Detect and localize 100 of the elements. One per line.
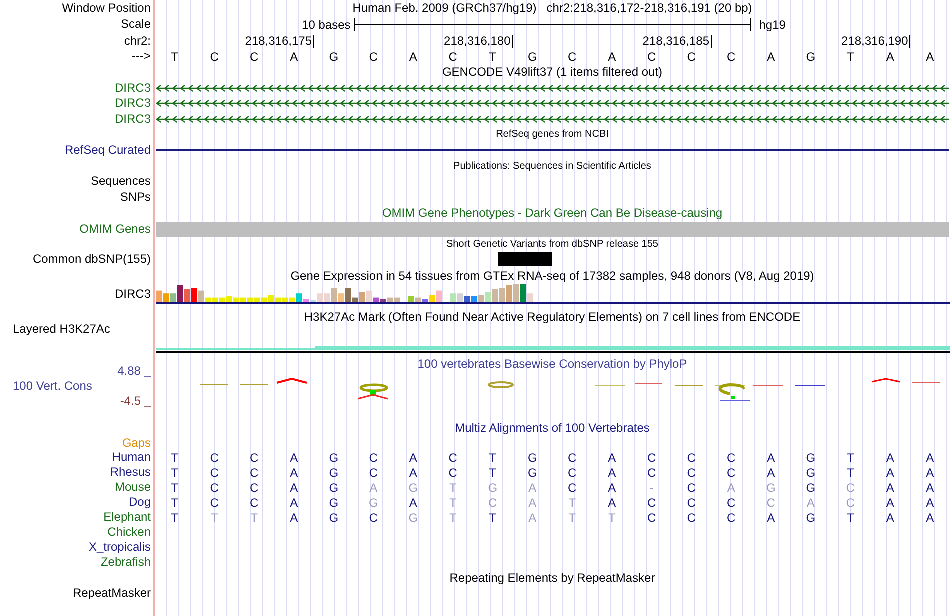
base-letter: A (408, 48, 418, 66)
base-letter: T (846, 450, 854, 466)
track-title: Gene Expression in 54 tissues from GTEx RNA-seq of 17382 samples, 948 donors (V8, Aug 2019) (290, 268, 814, 284)
base-letter: C (648, 464, 656, 482)
axis-label: -4.5 _ (120, 394, 152, 409)
track-label: Gaps (122, 436, 151, 450)
base-letter: A (608, 464, 616, 482)
base-letter: C (687, 480, 696, 496)
base-letter: C (250, 450, 259, 466)
base-letter: A (767, 510, 776, 526)
species-label: X_tropicalis (88, 540, 151, 555)
base-letter: A (767, 450, 776, 466)
base-letter: C (210, 494, 219, 512)
base-letter: C (727, 494, 736, 512)
base-letter: A (290, 450, 298, 466)
track-label: DIRC3 (114, 287, 151, 302)
base-letter: G (408, 480, 418, 496)
track-label: RefSeq Curated (64, 142, 151, 158)
base-letter: G (329, 450, 339, 466)
base-letter: G (806, 480, 816, 496)
track-label: RepeatMasker (72, 586, 151, 600)
track-label: DIRC3 (114, 80, 151, 96)
base-letter: T (846, 464, 854, 482)
base-letter: A (886, 450, 894, 466)
row-label: Scale (120, 17, 151, 32)
genome-title: Human Feb. 2009 (GRCh37/hg19) (352, 0, 537, 17)
track-label: Common dbSNP(155) (32, 252, 151, 266)
base-letter: A (727, 480, 736, 496)
base-letter: T (568, 494, 576, 512)
base-letter: C (209, 48, 220, 66)
base-letter: C (727, 464, 736, 482)
row-label: chr2: (124, 34, 151, 48)
base-letter: C (646, 48, 658, 66)
species-label: Chicken (108, 525, 151, 540)
base-letter: G (328, 48, 340, 66)
base-letter: A (409, 450, 418, 466)
base-letter: T (489, 464, 497, 482)
base-letter: C (687, 494, 696, 512)
track-title: Multiz Alignments of 100 Vertebrates (455, 420, 650, 437)
base-letter: A (289, 48, 300, 66)
base-letter: C (846, 494, 855, 512)
base-letter: A (528, 494, 537, 512)
base-letter: A (607, 48, 618, 66)
base-letter: T (171, 450, 179, 466)
base-letter: G (329, 494, 339, 512)
base-letter: C (766, 494, 776, 512)
base-letter: C (448, 450, 458, 466)
species-label: Elephant (104, 510, 151, 525)
track-title: H3K27Ac Mark (Often Found Near Active Regulatory Elements) on 7 cell lines from ENCODE (304, 309, 801, 326)
base-letter: T (846, 48, 856, 66)
base-letter: C (210, 450, 219, 466)
base-letter: C (369, 510, 378, 526)
track-title: Publications: Sequences in Scientific Articles (454, 160, 652, 174)
track-title: Repeating Elements by RepeatMasker (450, 570, 656, 587)
scale-text: 10 bases (301, 16, 352, 34)
species-label: Human (112, 450, 151, 465)
base-letter: A (290, 480, 298, 496)
base-letter: A (608, 450, 616, 466)
row-label: Window Position (62, 0, 151, 16)
base-letter: G (806, 464, 816, 482)
base-letter: T (449, 494, 457, 512)
base-letter: A (290, 510, 298, 526)
base-letter: C (250, 480, 259, 496)
base-letter: G (766, 480, 776, 496)
base-letter: G (806, 450, 816, 466)
track-title: 100 vertebrates Basewise Conservation by PhyloP (418, 356, 688, 373)
species-label: Zebrafish (100, 555, 151, 570)
base-letter: C (686, 48, 697, 66)
base-letter: C (488, 494, 498, 512)
base-letter: C (210, 480, 219, 496)
coordinate-label: 218,316,180 (444, 34, 513, 48)
base-letter: C (568, 480, 577, 496)
base-letter: C (448, 48, 458, 66)
base-letter: C (726, 48, 737, 66)
assembly-label: hg19 (758, 16, 787, 34)
base-letter: T (489, 450, 497, 466)
base-letter: C (368, 48, 379, 66)
track-label: Sequences (90, 174, 151, 189)
base-letter: A (608, 494, 616, 512)
base-letter: C (567, 48, 578, 66)
track-label: DIRC3 (114, 96, 151, 111)
base-letter: A (886, 464, 894, 482)
base-letter: A (409, 464, 418, 482)
track-label: 100 Vert. Cons (12, 379, 92, 394)
base-letter: C (249, 48, 260, 66)
base-letter: C (369, 464, 378, 482)
row-label: ---> (132, 49, 151, 64)
axis-label: 4.88 _ (118, 364, 152, 379)
base-letter: A (608, 480, 616, 496)
base-letter: C (568, 464, 577, 482)
base-letter: C (250, 494, 259, 512)
base-letter: A (926, 494, 934, 512)
base-letter: A (925, 48, 936, 66)
base-letter: A (926, 450, 934, 466)
base-letter: A (886, 494, 894, 512)
base-letter: G (805, 48, 817, 66)
species-label: Mouse (114, 480, 151, 495)
variant-block (498, 252, 552, 266)
base-letter: A (886, 510, 894, 526)
track-title: GENCODE V49lift37 (1 items filtered out) (442, 64, 663, 81)
